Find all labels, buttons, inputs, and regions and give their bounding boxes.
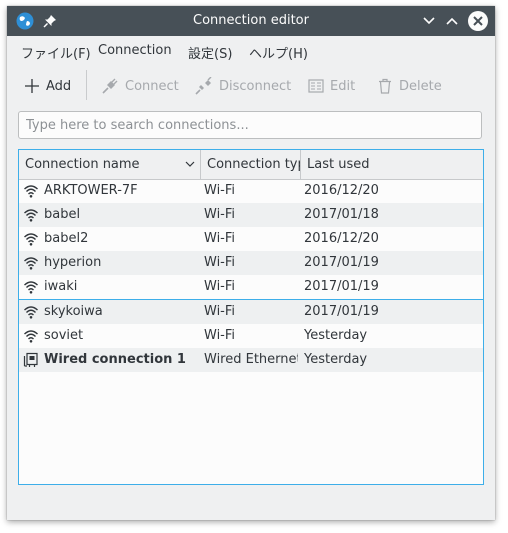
table-header: Connection name Connection typ Last used [19,150,483,180]
wifi-icon [24,185,38,198]
connection-type: Wi-Fi [204,304,236,319]
plus-icon [25,79,39,93]
connection-type: Wi-Fi [204,183,236,198]
close-icon [473,16,483,26]
connection-last-used: 2016/12/20 [304,231,379,246]
column-header-type[interactable]: Connection typ [201,150,301,179]
connection-type: Wi-Fi [204,255,236,270]
column-last-used-label: Last used [307,157,370,172]
wifi-icon [24,257,38,270]
connection-name: babel [44,207,81,222]
edit-form-icon [308,79,324,93]
close-button[interactable] [468,11,488,31]
connection-type: Wi-Fi [204,328,236,343]
table-row[interactable]: iwaki Wi-Fi 2017/01/19 [19,275,483,300]
connection-editor-window: Connection editor ファイル(F) Connection 設定(… [7,6,495,520]
menu-bar: ファイル(F) Connection 設定(S) ヘルプ(H) [7,36,495,64]
table-row[interactable]: ARKTOWER-7F Wi-Fi 2016/12/20 [19,179,483,203]
connection-type: Wi-Fi [204,207,236,222]
disconnect-label: Disconnect [219,78,292,94]
wifi-icon [24,233,38,246]
connection-name: skykoiwa [44,304,103,319]
connection-name: Wired connection 1 [44,352,186,367]
connection-last-used: 2017/01/18 [304,207,379,222]
menu-help[interactable]: ヘルプ(H) [249,43,308,62]
column-header-last-used[interactable]: Last used [301,150,483,179]
connect-label: Connect [125,78,179,94]
wifi-icon [24,306,38,319]
table-row[interactable]: skykoiwa Wi-Fi 2017/01/19 [19,300,483,324]
column-header-name[interactable]: Connection name [19,150,201,179]
menu-settings[interactable]: 設定(S) [188,43,232,62]
title-bar[interactable]: Connection editor [7,6,495,36]
connection-name: iwaki [44,279,78,294]
connection-last-used: 2017/01/19 [304,279,379,294]
menu-file[interactable]: ファイル(F) [21,43,91,62]
table-row[interactable]: hyperion Wi-Fi 2017/01/19 [19,251,483,275]
column-name-label: Connection name [25,157,140,172]
connection-name: hyperion [44,255,102,270]
table-row[interactable]: soviet Wi-Fi Yesterday [19,324,483,348]
connection-last-used: 2016/12/20 [304,183,379,198]
search-box [18,111,482,139]
edit-label: Edit [330,78,356,94]
disconnect-button[interactable]: Disconnect [195,76,291,96]
maximize-icon[interactable] [444,13,460,29]
connection-type: Wi-Fi [204,279,236,294]
table-row[interactable]: Wired connection 1 Wired Ethernet Yester… [19,348,483,372]
connections-table: Connection name Connection typ Last used… [18,149,484,485]
minimize-icon[interactable] [421,13,437,29]
menu-connection[interactable]: Connection [98,43,172,58]
wifi-icon [24,330,38,343]
table-row[interactable]: babel Wi-Fi 2017/01/18 [19,203,483,227]
search-input[interactable] [19,112,481,138]
connection-type: Wired Ethernet [204,352,298,367]
plug-icon [102,78,118,94]
wired-icon [23,352,38,367]
connection-name: ARKTOWER-7F [44,183,138,198]
add-button[interactable]: Add [24,76,71,96]
column-type-label: Connection typ [207,157,301,172]
add-label: Add [46,78,72,94]
delete-label: Delete [399,78,442,94]
connection-last-used: 2017/01/19 [304,304,379,319]
toolbar: Add Connect Disconnect Edit Delete [7,66,495,104]
toolbar-separator [86,70,87,100]
connection-last-used: Yesterday [304,328,368,343]
wifi-icon [24,281,38,294]
unplug-icon [195,77,212,95]
connection-last-used: Yesterday [304,352,368,367]
wifi-icon [24,209,38,222]
delete-button[interactable]: Delete [377,76,442,96]
trash-icon [379,78,391,94]
connection-name: babel2 [44,231,89,246]
chevron-down-icon[interactable] [185,160,195,168]
connection-last-used: 2017/01/19 [304,255,379,270]
table-row[interactable]: babel2 Wi-Fi 2016/12/20 [19,227,483,251]
connect-button[interactable]: Connect [101,76,179,96]
connection-type: Wi-Fi [204,231,236,246]
connection-name: soviet [44,328,84,343]
edit-button[interactable]: Edit [308,76,355,96]
